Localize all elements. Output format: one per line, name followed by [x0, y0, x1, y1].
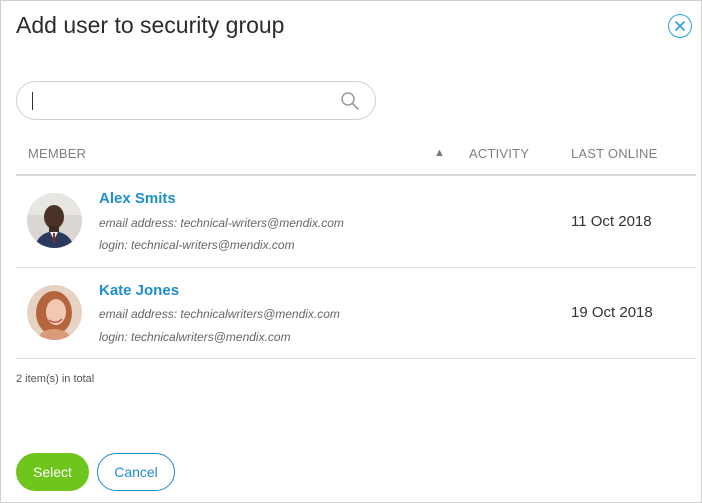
member-login: login: technical-writers@mendix.com — [99, 238, 295, 252]
last-online-value: 19 Oct 2018 — [571, 304, 653, 321]
row-divider — [16, 358, 696, 359]
close-icon — [675, 21, 685, 31]
avatar — [27, 193, 82, 248]
total-items-count: 2 item(s) in total — [16, 373, 95, 385]
column-header-activity[interactable]: ACTIVITY — [469, 146, 529, 161]
close-button[interactable] — [668, 14, 692, 38]
add-user-dialog: Add user to security group MEMBER ▲ ACTI… — [0, 0, 702, 503]
table-row[interactable]: Kate Jones email address: technicalwrite… — [16, 268, 696, 358]
search-icon[interactable] — [340, 91, 360, 111]
search-field[interactable] — [16, 81, 376, 120]
member-login: login: technicalwriters@mendix.com — [99, 330, 291, 344]
text-caret — [32, 92, 33, 110]
member-name[interactable]: Kate Jones — [99, 282, 179, 299]
column-header-member[interactable]: MEMBER — [28, 146, 86, 161]
table-row[interactable]: Alex Smits email address: technical-writ… — [16, 176, 696, 267]
member-email: email address: technicalwriters@mendix.c… — [99, 307, 340, 321]
sort-ascending-icon[interactable]: ▲ — [434, 147, 445, 159]
column-header-last-online[interactable]: LAST ONLINE — [571, 146, 658, 161]
select-button[interactable]: Select — [16, 453, 89, 491]
member-name[interactable]: Alex Smits — [99, 190, 176, 207]
avatar — [27, 285, 82, 340]
cancel-button[interactable]: Cancel — [97, 453, 175, 491]
member-email: email address: technical-writers@mendix.… — [99, 216, 344, 230]
dialog-title: Add user to security group — [16, 12, 285, 38]
search-input[interactable] — [31, 89, 335, 115]
last-online-value: 11 Oct 2018 — [571, 213, 652, 230]
